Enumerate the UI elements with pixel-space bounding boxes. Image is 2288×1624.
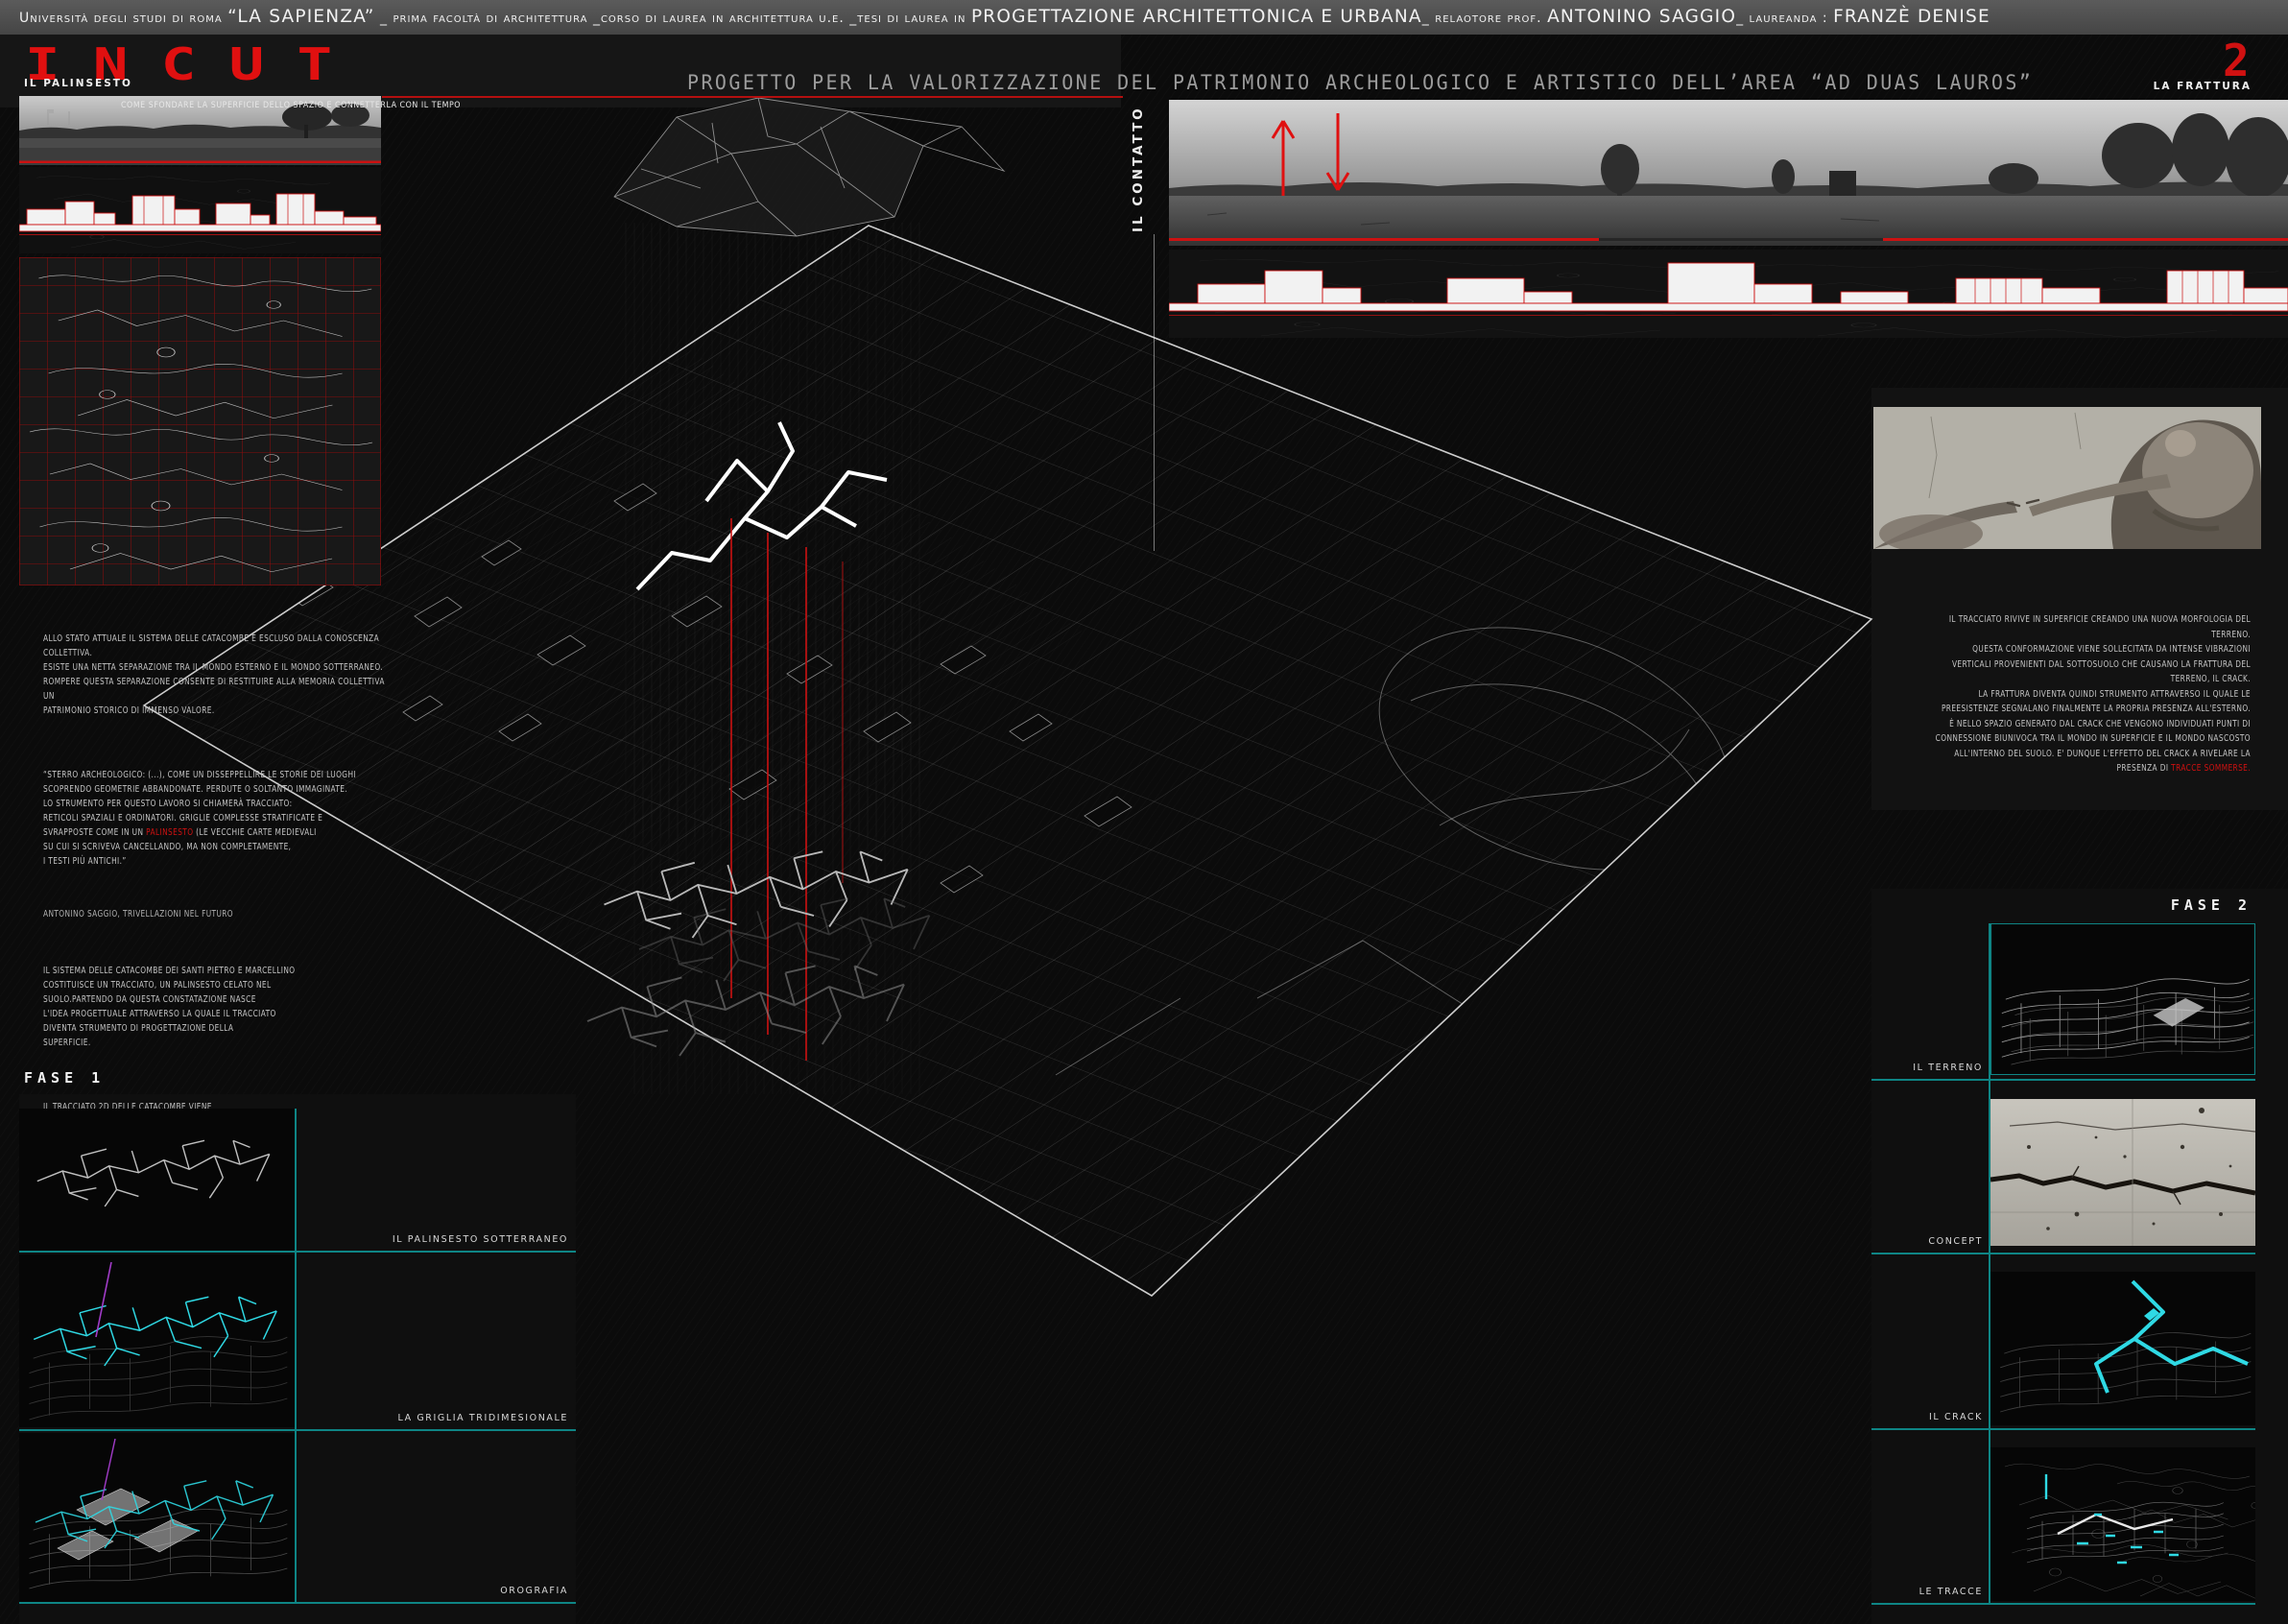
fase2-rule-4 <box>1871 1603 2255 1605</box>
poster-board: Università degli studi di roma “LA SAPIE… <box>0 0 2288 1624</box>
label-il-terreno: IL TERRENO <box>1829 1063 1983 1073</box>
label-fase-1: FASE 1 <box>24 1069 105 1087</box>
fase1-rule-1 <box>19 1251 576 1253</box>
label-il-contatto-vertical: IL CONTATTO <box>1131 107 1156 232</box>
label-il-palinsesto: IL PALINSESTO <box>24 78 132 89</box>
red-rule <box>382 96 1123 98</box>
thumb-il-crack <box>1990 1272 2255 1425</box>
left-section-skyline <box>19 167 381 253</box>
page-number: 2 <box>2223 38 2250 83</box>
right-panorama-photo <box>1169 100 2288 246</box>
fase1-rule-3 <box>19 1602 576 1604</box>
fase2-rule-3 <box>1871 1428 2255 1430</box>
label-la-frattura: LA FRATTURA <box>2063 81 2252 92</box>
label-orografia: OROGRAFIA <box>307 1586 568 1596</box>
label-il-crack: IL CRACK <box>1829 1412 1983 1422</box>
label-concept: CONCEPT <box>1829 1236 1983 1247</box>
surface-mesh-top <box>614 98 1004 236</box>
thumb-griglia-tridimensionale <box>19 1254 295 1427</box>
right-text-block: IL TRACCIATO RIVIVE IN SUPERFICIE CREAND… <box>1876 612 2251 776</box>
tagline: COME SFONDARE LA SUPERFICIE DELLO SPAZIO… <box>121 101 425 110</box>
fase2-vertical-rule <box>1989 923 1990 1603</box>
university-header: Università degli studi di roma “LA SAPIE… <box>0 0 2288 35</box>
quote-paragraph: “STERRO ARCHEOLOGICO: (...), COME UN DIS… <box>43 768 386 869</box>
intro-paragraph: ALLO STATO ATTUALE IL SISTEMA DELLE CATA… <box>43 632 386 718</box>
quote-attribution: ANTONINO SAGGIO, TRIVELLAZIONI NEL FUTUR… <box>43 907 386 921</box>
project-title: PROGETTO PER LA VALORIZZAZIONE DEL PATRI… <box>687 71 2033 95</box>
thumb-le-tracce <box>1990 1447 2255 1601</box>
thumb-orografia <box>19 1433 295 1602</box>
label-fase-2: FASE 2 <box>2063 896 2252 914</box>
fase2-rule-2 <box>1871 1253 2255 1254</box>
thumb-il-terreno <box>1990 923 2255 1075</box>
fase1-vertical-rule <box>295 1109 297 1602</box>
label-griglia-tridimensionale: LA GRIGLIA TRIDIMESIONALE <box>307 1413 568 1423</box>
fase1-rule-2 <box>19 1429 576 1431</box>
creation-of-adam-fresco <box>1873 407 2261 549</box>
label-palinsesto-sotterraneo: IL PALINSESTO SOTTERRANEO <box>307 1234 568 1245</box>
thumb-palinsesto-sotterraneo <box>19 1109 295 1251</box>
contatto-guide-line <box>1154 234 1155 551</box>
fase2-rule-1 <box>1871 1079 2255 1081</box>
right-section-skyline <box>1169 250 2288 338</box>
label-le-tracce: LE TRACCE <box>1829 1587 1983 1597</box>
catacomb-grid-map <box>19 257 381 585</box>
paragraph-tracciato: IL SISTEMA DELLE CATACOMBE DEI SANTI PIE… <box>43 964 386 1050</box>
thumb-concept-crack-photo <box>1990 1099 2255 1246</box>
